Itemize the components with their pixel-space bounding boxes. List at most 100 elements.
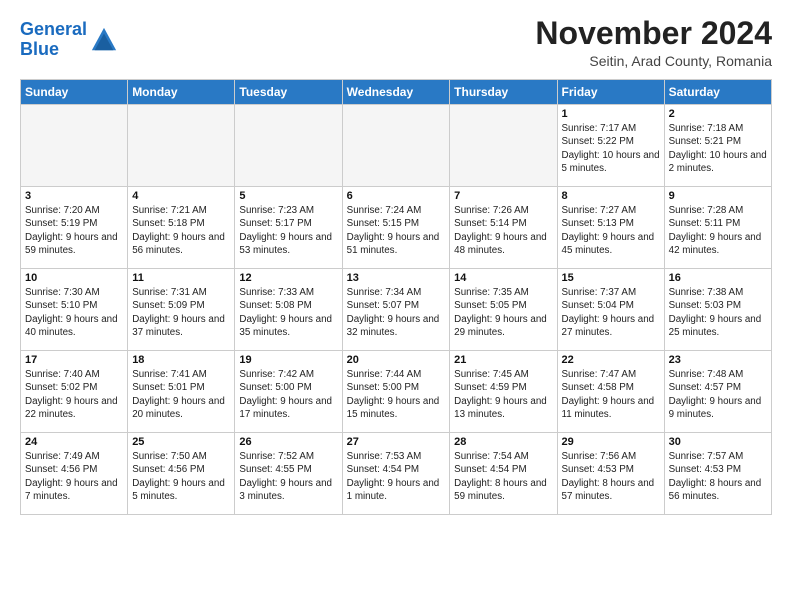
table-cell: 30 Sunrise: 7:57 AMSunset: 4:53 PMDayligh… bbox=[664, 433, 771, 515]
day-info: Sunrise: 7:52 AMSunset: 4:55 PMDaylight:… bbox=[239, 450, 337, 503]
week-row-0: 1Sunrise: 7:17 AMSunset: 5:22 PMDaylight… bbox=[21, 105, 772, 187]
day-info: Sunrise: 7:28 AMSunset: 5:11 PMDaylight:… bbox=[669, 204, 767, 257]
table-cell bbox=[450, 105, 557, 187]
table-cell: 6 Sunrise: 7:24 AMSunset: 5:15 PMDaylight… bbox=[342, 187, 450, 269]
day-number: 24 bbox=[25, 436, 123, 448]
day-info: Sunrise: 7:20 AMSunset: 5:19 PMDaylight:… bbox=[25, 204, 123, 257]
day-info: Sunrise: 7:24 AMSunset: 5:15 PMDaylight:… bbox=[347, 204, 446, 257]
table-cell: 15Sunrise: 7:37 AMSunset: 5:04 PMDayligh… bbox=[557, 269, 664, 351]
day-info: Sunrise: 7:57 AMSunset: 4:53 PMDaylight:… bbox=[669, 450, 767, 503]
day-info: Sunrise: 7:48 AMSunset: 4:57 PMDaylight:… bbox=[669, 368, 767, 421]
week-row-3: 17 Sunrise: 7:40 AMSunset: 5:02 PMDayligh… bbox=[21, 351, 772, 433]
page-container: General Blue November 2024 Seitin, Arad … bbox=[0, 0, 792, 525]
day-number: 10 bbox=[25, 272, 123, 284]
table-cell: 4 Sunrise: 7:21 AMSunset: 5:18 PMDaylight… bbox=[128, 187, 235, 269]
table-cell: 13 Sunrise: 7:34 AMSunset: 5:07 PMDayligh… bbox=[342, 269, 450, 351]
day-info: Sunrise: 7:34 AMSunset: 5:07 PMDaylight:… bbox=[347, 286, 446, 339]
table-cell: 28Sunrise: 7:54 AMSunset: 4:54 PMDayligh… bbox=[450, 433, 557, 515]
table-cell: 17 Sunrise: 7:40 AMSunset: 5:02 PMDayligh… bbox=[21, 351, 128, 433]
table-cell: 21 Sunrise: 7:45 AMSunset: 4:59 PMDayligh… bbox=[450, 351, 557, 433]
day-info: Sunrise: 7:40 AMSunset: 5:02 PMDaylight:… bbox=[25, 368, 123, 421]
day-number: 19 bbox=[239, 354, 337, 366]
day-number: 22 bbox=[562, 354, 660, 366]
table-cell: 7 Sunrise: 7:26 AMSunset: 5:14 PMDaylight… bbox=[450, 187, 557, 269]
table-cell bbox=[235, 105, 342, 187]
table-cell: 25 Sunrise: 7:50 AMSunset: 4:56 PMDayligh… bbox=[128, 433, 235, 515]
day-info: Sunrise: 7:54 AMSunset: 4:54 PMDaylight:… bbox=[454, 450, 552, 503]
table-cell: 3 Sunrise: 7:20 AMSunset: 5:19 PMDaylight… bbox=[21, 187, 128, 269]
day-number: 29 bbox=[562, 436, 660, 448]
day-info: Sunrise: 7:50 AMSunset: 4:56 PMDaylight:… bbox=[132, 450, 230, 503]
day-number: 25 bbox=[132, 436, 230, 448]
table-cell: 18Sunrise: 7:41 AMSunset: 5:01 PMDayligh… bbox=[128, 351, 235, 433]
col-friday: Friday bbox=[557, 80, 664, 105]
day-info: Sunrise: 7:56 AMSunset: 4:53 PMDaylight:… bbox=[562, 450, 660, 503]
table-cell: 9 Sunrise: 7:28 AMSunset: 5:11 PMDaylight… bbox=[664, 187, 771, 269]
title-area: November 2024 Seitin, Arad County, Roman… bbox=[535, 16, 772, 69]
day-info: Sunrise: 7:18 AMSunset: 5:21 PMDaylight:… bbox=[669, 122, 767, 175]
col-sunday: Sunday bbox=[21, 80, 128, 105]
day-number: 21 bbox=[454, 354, 552, 366]
day-number: 20 bbox=[347, 354, 446, 366]
day-info: Sunrise: 7:37 AMSunset: 5:04 PMDaylight:… bbox=[562, 286, 660, 339]
logo-line1: General bbox=[20, 19, 87, 39]
day-info: Sunrise: 7:47 AMSunset: 4:58 PMDaylight:… bbox=[562, 368, 660, 421]
day-number: 30 bbox=[669, 436, 767, 448]
day-info: Sunrise: 7:53 AMSunset: 4:54 PMDaylight:… bbox=[347, 450, 446, 503]
day-info: Sunrise: 7:35 AMSunset: 5:05 PMDaylight:… bbox=[454, 286, 552, 339]
table-cell: 12 Sunrise: 7:33 AMSunset: 5:08 PMDayligh… bbox=[235, 269, 342, 351]
day-info: Sunrise: 7:30 AMSunset: 5:10 PMDaylight:… bbox=[25, 286, 123, 339]
calendar: Sunday Monday Tuesday Wednesday Thursday… bbox=[20, 79, 772, 515]
col-tuesday: Tuesday bbox=[235, 80, 342, 105]
table-cell: 19Sunrise: 7:42 AMSunset: 5:00 PMDayligh… bbox=[235, 351, 342, 433]
day-info: Sunrise: 7:49 AMSunset: 4:56 PMDaylight:… bbox=[25, 450, 123, 503]
day-info: Sunrise: 7:21 AMSunset: 5:18 PMDaylight:… bbox=[132, 204, 230, 257]
table-cell: 2 Sunrise: 7:18 AMSunset: 5:21 PMDaylight… bbox=[664, 105, 771, 187]
week-row-2: 10 Sunrise: 7:30 AMSunset: 5:10 PMDayligh… bbox=[21, 269, 772, 351]
logo-line2: Blue bbox=[20, 39, 59, 59]
week-row-4: 24 Sunrise: 7:49 AMSunset: 4:56 PMDayligh… bbox=[21, 433, 772, 515]
calendar-header-row: Sunday Monday Tuesday Wednesday Thursday… bbox=[21, 80, 772, 105]
week-row-1: 3 Sunrise: 7:20 AMSunset: 5:19 PMDaylight… bbox=[21, 187, 772, 269]
day-info: Sunrise: 7:31 AMSunset: 5:09 PMDaylight:… bbox=[132, 286, 230, 339]
day-info: Sunrise: 7:45 AMSunset: 4:59 PMDaylight:… bbox=[454, 368, 552, 421]
day-number: 23 bbox=[669, 354, 767, 366]
logo-text: General Blue bbox=[20, 20, 87, 60]
day-number: 27 bbox=[347, 436, 446, 448]
table-cell: 14Sunrise: 7:35 AMSunset: 5:05 PMDayligh… bbox=[450, 269, 557, 351]
day-info: Sunrise: 7:27 AMSunset: 5:13 PMDaylight:… bbox=[562, 204, 660, 257]
day-number: 16 bbox=[669, 272, 767, 284]
day-number: 12 bbox=[239, 272, 337, 284]
day-number: 13 bbox=[347, 272, 446, 284]
table-cell: 16 Sunrise: 7:38 AMSunset: 5:03 PMDayligh… bbox=[664, 269, 771, 351]
day-number: 1 bbox=[562, 108, 660, 120]
day-info: Sunrise: 7:33 AMSunset: 5:08 PMDaylight:… bbox=[239, 286, 337, 339]
day-number: 3 bbox=[25, 190, 123, 202]
day-info: Sunrise: 7:26 AMSunset: 5:14 PMDaylight:… bbox=[454, 204, 552, 257]
table-cell bbox=[342, 105, 450, 187]
table-cell: 20 Sunrise: 7:44 AMSunset: 5:00 PMDayligh… bbox=[342, 351, 450, 433]
table-cell: 5Sunrise: 7:23 AMSunset: 5:17 PMDaylight… bbox=[235, 187, 342, 269]
col-monday: Monday bbox=[128, 80, 235, 105]
table-cell: 8 Sunrise: 7:27 AMSunset: 5:13 PMDaylight… bbox=[557, 187, 664, 269]
table-cell: 27 Sunrise: 7:53 AMSunset: 4:54 PMDayligh… bbox=[342, 433, 450, 515]
day-number: 9 bbox=[669, 190, 767, 202]
day-info: Sunrise: 7:38 AMSunset: 5:03 PMDaylight:… bbox=[669, 286, 767, 339]
table-cell bbox=[128, 105, 235, 187]
table-cell: 1Sunrise: 7:17 AMSunset: 5:22 PMDaylight… bbox=[557, 105, 664, 187]
day-number: 8 bbox=[562, 190, 660, 202]
month-title: November 2024 bbox=[535, 16, 772, 51]
day-number: 6 bbox=[347, 190, 446, 202]
table-cell: 24 Sunrise: 7:49 AMSunset: 4:56 PMDayligh… bbox=[21, 433, 128, 515]
logo-icon bbox=[90, 26, 118, 54]
day-number: 18 bbox=[132, 354, 230, 366]
day-info: Sunrise: 7:23 AMSunset: 5:17 PMDaylight:… bbox=[239, 204, 337, 257]
table-cell bbox=[21, 105, 128, 187]
table-cell: 26Sunrise: 7:52 AMSunset: 4:55 PMDayligh… bbox=[235, 433, 342, 515]
day-number: 7 bbox=[454, 190, 552, 202]
day-number: 11 bbox=[132, 272, 230, 284]
day-number: 17 bbox=[25, 354, 123, 366]
day-number: 2 bbox=[669, 108, 767, 120]
day-number: 4 bbox=[132, 190, 230, 202]
day-info: Sunrise: 7:44 AMSunset: 5:00 PMDaylight:… bbox=[347, 368, 446, 421]
